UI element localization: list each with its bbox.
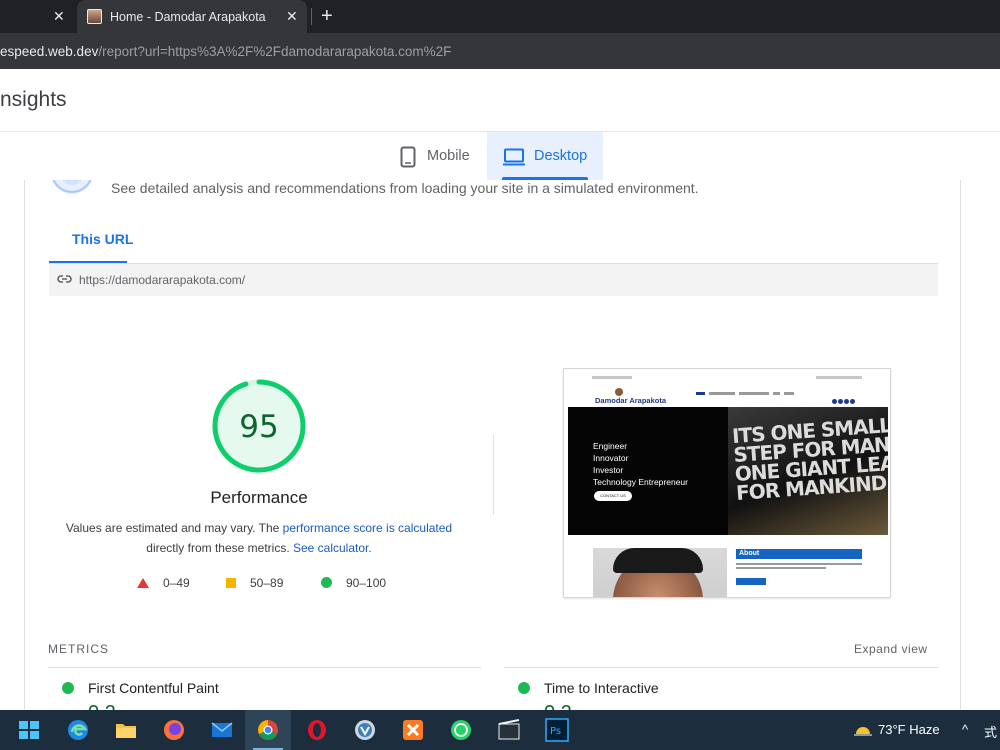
tab-separator <box>311 8 312 25</box>
tab-title: Home - Damodar Arapakota <box>110 10 266 24</box>
legend-good: 90–100 <box>321 576 386 590</box>
opera-icon[interactable] <box>305 718 329 742</box>
final-screenshot[interactable]: Damodar Arapakota Engineer Innovator Inv… <box>563 368 891 598</box>
browser-tab-pagespeed[interactable]: ✕ <box>0 0 75 33</box>
thumb-hero-line: Technology Entrepreneur <box>593 477 688 487</box>
report-card: See detailed analysis and recommendation… <box>24 180 961 720</box>
good-circle-icon <box>518 682 530 694</box>
weather-widget[interactable]: 73°F Haze <box>854 722 940 737</box>
thumb-nav <box>696 392 798 396</box>
legend-poor: 0–49 <box>137 576 190 590</box>
firefox-icon[interactable] <box>162 718 186 742</box>
close-tab-icon[interactable]: ✕ <box>286 8 298 25</box>
edge-icon[interactable] <box>66 718 90 742</box>
windows-start-icon[interactable] <box>17 718 41 742</box>
whatsapp-icon[interactable] <box>449 718 473 742</box>
svg-text:Ps: Ps <box>550 726 561 737</box>
close-tab-icon[interactable]: ✕ <box>53 8 65 25</box>
legend-poor-label: 0–49 <box>163 576 190 590</box>
input-language-indicator[interactable]: 式 <box>984 722 997 741</box>
legend-average: 50–89 <box>226 576 283 590</box>
new-tab-button[interactable]: + <box>321 5 333 28</box>
thumb-site-name: Damodar Arapakota <box>595 396 666 405</box>
file-explorer-icon[interactable] <box>114 718 138 742</box>
expand-view-button[interactable]: Expand view <box>854 642 928 656</box>
weather-condition: Haze <box>909 722 940 737</box>
mail-icon[interactable] <box>210 718 234 742</box>
good-circle-icon <box>62 682 74 694</box>
thumb-hero-line: Engineer <box>593 441 628 451</box>
thumb-hero-lines: Engineer Innovator Investor Technology E… <box>593 440 688 488</box>
thumb-portrait <box>593 548 727 597</box>
thumb-hero-line: Investor <box>593 465 624 475</box>
average-square-icon <box>226 578 236 588</box>
tab-mobile-label: Mobile <box>427 148 470 164</box>
note-middle: directly from these metrics. <box>146 541 293 555</box>
url-field[interactable]: espeed.web.dev/report?url=https%3A%2F%2F… <box>0 44 451 59</box>
thumb-hero-line: Innovator <box>593 453 629 463</box>
metrics-heading: METRICS <box>48 642 109 656</box>
photoshop-icon[interactable]: Ps <box>545 718 569 742</box>
metric-label: Time to Interactive <box>544 680 659 696</box>
metrics-divider <box>504 667 938 668</box>
thumb-about-heading: About <box>736 549 862 559</box>
page-header: nsights <box>0 69 1000 132</box>
url-host: espeed.web.dev <box>0 44 99 59</box>
chrome-icon <box>258 720 278 740</box>
section-divider <box>493 435 494 515</box>
metric-label: First Contentful Paint <box>88 680 219 696</box>
performance-score-link[interactable]: performance score is calculated <box>283 521 452 535</box>
windows-taskbar: Ps 73°F Haze ^ 式 <box>0 710 1000 750</box>
tab-this-url[interactable]: This URL <box>49 230 133 264</box>
legend-good-label: 90–100 <box>346 576 387 590</box>
thumb-about-text <box>736 563 862 571</box>
lab-data-description: See detailed analysis and recommendation… <box>111 180 699 196</box>
weather-haze-icon <box>854 727 872 736</box>
thumb-top-contact-bar <box>592 376 862 380</box>
metric-time-to-interactive: Time to Interactive <box>518 680 659 696</box>
performance-score: 95 <box>239 409 279 445</box>
performance-label: Performance <box>210 488 308 507</box>
tab-mobile[interactable]: Mobile <box>390 132 486 180</box>
thumb-hero-image: ITS ONE SMALL STEP FOR MAN, ONE GIANT LE… <box>728 407 888 535</box>
thumb-contact-button: CONTACT US <box>594 491 632 501</box>
browser-tab-bar: ✕ Home - Damodar Arapakota ✕ + <box>0 0 1000 33</box>
product-title: nsights <box>0 88 67 111</box>
link-icon <box>57 275 72 283</box>
tab-desktop-label: Desktop <box>534 148 588 164</box>
lab-data-icon <box>51 180 93 194</box>
address-bar[interactable]: espeed.web.dev/report?url=https%3A%2F%2F… <box>0 33 1000 69</box>
device-tabs: Mobile Desktop <box>0 132 1000 180</box>
thumb-about-button <box>736 578 766 585</box>
metric-first-contentful-paint: First Contentful Paint <box>62 680 219 696</box>
phone-icon <box>400 146 416 168</box>
poor-triangle-icon <box>137 578 149 588</box>
tab-this-url-label: This URL <box>72 231 134 247</box>
vlc-icon[interactable] <box>353 718 377 742</box>
browser-tab-home[interactable]: Home - Damodar Arapakota ✕ <box>77 0 307 33</box>
desktop-icon <box>503 148 525 166</box>
good-circle-icon <box>321 577 332 588</box>
metrics-divider <box>48 667 481 668</box>
thumb-hero: Engineer Innovator Investor Technology E… <box>568 407 888 535</box>
chrome-taskbar-button[interactable] <box>245 710 291 750</box>
temperature: 73°F <box>878 722 906 737</box>
xampp-icon[interactable] <box>401 718 425 742</box>
thumb-hero-slogan: ITS ONE SMALL STEP FOR MAN, ONE GIANT LE… <box>731 413 888 505</box>
legend-average-label: 50–89 <box>250 576 284 590</box>
tab-favicon-icon <box>87 9 102 24</box>
url-path: /report?url=https%3A%2F%2Fdamodararapako… <box>98 44 452 59</box>
tray-chevron-icon[interactable]: ^ <box>962 722 968 737</box>
thumb-avatar <box>615 388 623 396</box>
tested-url: https://damodararapakota.com/ <box>79 273 246 287</box>
note-prefix: Values are estimated and may vary. The <box>65 521 283 535</box>
video-editor-icon[interactable] <box>497 718 521 742</box>
see-calculator-link[interactable]: See calculator. <box>293 541 372 555</box>
tab-desktop[interactable]: Desktop <box>487 132 603 180</box>
tested-url-row: https://damodararapakota.com/ <box>49 263 938 296</box>
score-explanation: Values are estimated and may vary. The p… <box>65 518 453 558</box>
